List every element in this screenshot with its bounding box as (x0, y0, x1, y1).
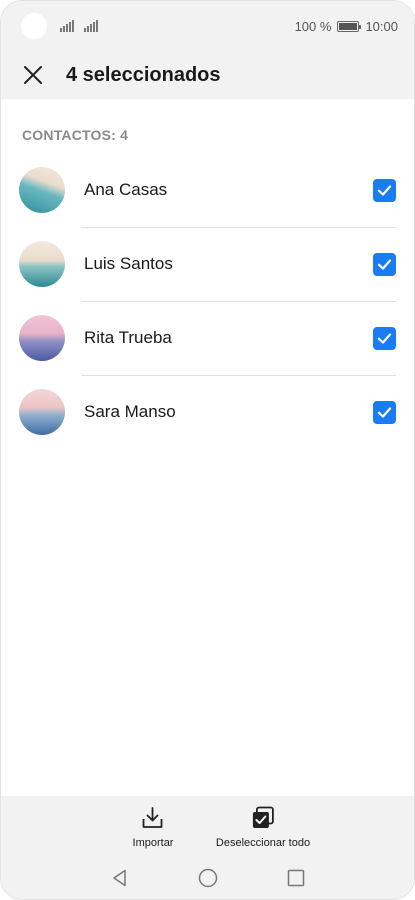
bottom-action-bar: Importar Deseleccionar todo (1, 796, 414, 856)
checkmark-icon (377, 184, 392, 196)
section-label: CONTACTOS: 4 (22, 127, 129, 143)
close-icon (24, 66, 42, 84)
contact-row-sara-manso[interactable]: Sara Manso (1, 375, 414, 449)
selection-header: 4 seleccionados (1, 51, 414, 99)
import-button[interactable]: Importar (132, 796, 174, 849)
checkmark-icon (377, 406, 392, 418)
avatar (19, 389, 65, 435)
contact-name: Luis Santos (84, 254, 173, 273)
battery-percentage: 100 % (294, 18, 332, 34)
select-all-icon (250, 805, 276, 831)
avatar (19, 315, 65, 361)
contact-checkbox[interactable] (373, 400, 396, 424)
signal-indicators (60, 20, 98, 32)
contact-name: Sara Manso (84, 402, 176, 421)
camera-cutout (21, 13, 47, 39)
import-icon (140, 805, 166, 831)
contact-checkbox[interactable] (373, 252, 396, 276)
navigation-bar (1, 856, 414, 899)
recent-apps-button[interactable] (284, 866, 308, 890)
battery-icon (337, 20, 362, 32)
clock: 10:00 (365, 18, 398, 34)
contact-name: Ana Casas (84, 180, 168, 199)
signal-icon (60, 20, 74, 32)
close-button[interactable] (19, 61, 47, 89)
deselect-all-label: Deseleccionar todo (215, 837, 311, 849)
recent-square-icon (287, 869, 305, 887)
back-triangle-icon (113, 869, 126, 887)
contact-checkbox[interactable] (373, 178, 396, 202)
checkmark-icon (377, 332, 392, 344)
battery-fill (339, 22, 358, 30)
contact-checkbox[interactable] (373, 326, 396, 350)
import-label: Importar (132, 837, 174, 849)
avatar (19, 241, 65, 287)
contact-row-luis-santos[interactable]: Luis Santos (1, 227, 414, 301)
page-title: 4 seleccionados (66, 63, 221, 86)
contact-name: Rita Trueba (84, 328, 172, 347)
contact-row-rita-trueba[interactable]: Rita Trueba (1, 301, 414, 375)
contact-list: Ana Casas Luis Santos Rita Trueba Sara M… (1, 153, 414, 449)
home-circle-icon (198, 868, 218, 888)
deselect-all-button[interactable]: Deseleccionar todo (216, 796, 310, 849)
phone-screen: 100 % 10:00 4 seleccionados CONTACTOS: 4… (0, 0, 415, 900)
signal-icon (84, 20, 98, 32)
contact-row-ana-casas[interactable]: Ana Casas (1, 153, 414, 227)
status-bar: 100 % 10:00 (1, 1, 414, 51)
avatar (19, 167, 65, 213)
checkmark-icon (377, 258, 392, 270)
back-button[interactable] (108, 866, 132, 890)
home-button[interactable] (196, 866, 220, 890)
